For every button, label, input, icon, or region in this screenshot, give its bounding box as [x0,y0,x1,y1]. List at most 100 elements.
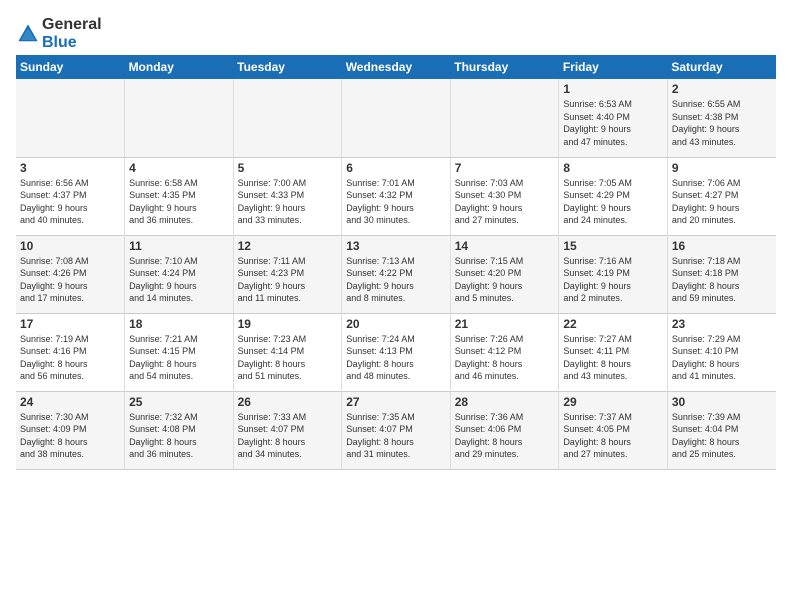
calendar-cell [342,79,451,157]
day-info: Sunrise: 7:37 AM Sunset: 4:05 PM Dayligh… [563,411,663,461]
calendar-cell: 17 Sunrise: 7:19 AM Sunset: 4:16 PM Dayli… [16,313,125,391]
day-number: 24 [20,395,120,409]
calendar-cell: 8 Sunrise: 7:05 AM Sunset: 4:29 PM Daylig… [559,157,668,235]
calendar-cell: 29 Sunrise: 7:37 AM Sunset: 4:05 PM Dayli… [559,391,668,469]
day-info: Sunrise: 6:55 AM Sunset: 4:38 PM Dayligh… [672,98,772,148]
calendar-cell [450,79,559,157]
day-number: 4 [129,161,229,175]
weekday-header: Thursday [450,55,559,79]
day-number: 20 [346,317,446,331]
day-info: Sunrise: 7:19 AM Sunset: 4:16 PM Dayligh… [20,333,120,383]
weekday-header: Tuesday [233,55,342,79]
day-info: Sunrise: 7:29 AM Sunset: 4:10 PM Dayligh… [672,333,772,383]
logo-icon [16,22,40,46]
day-info: Sunrise: 7:10 AM Sunset: 4:24 PM Dayligh… [129,255,229,305]
day-info: Sunrise: 7:33 AM Sunset: 4:07 PM Dayligh… [238,411,338,461]
calendar-cell [16,79,125,157]
day-number: 29 [563,395,663,409]
page-container: General Blue SundayMondayTuesdayWednesda… [0,0,792,478]
day-info: Sunrise: 7:16 AM Sunset: 4:19 PM Dayligh… [563,255,663,305]
day-info: Sunrise: 7:05 AM Sunset: 4:29 PM Dayligh… [563,177,663,227]
calendar-cell [125,79,234,157]
day-number: 8 [563,161,663,175]
day-info: Sunrise: 7:13 AM Sunset: 4:22 PM Dayligh… [346,255,446,305]
calendar-table: SundayMondayTuesdayWednesdayThursdayFrid… [16,55,776,470]
day-number: 25 [129,395,229,409]
calendar-week-row: 17 Sunrise: 7:19 AM Sunset: 4:16 PM Dayli… [16,313,776,391]
calendar-cell: 2 Sunrise: 6:55 AM Sunset: 4:38 PM Daylig… [667,79,776,157]
day-number: 27 [346,395,446,409]
day-info: Sunrise: 7:26 AM Sunset: 4:12 PM Dayligh… [455,333,555,383]
day-info: Sunrise: 6:56 AM Sunset: 4:37 PM Dayligh… [20,177,120,227]
weekday-header-row: SundayMondayTuesdayWednesdayThursdayFrid… [16,55,776,79]
calendar-cell: 26 Sunrise: 7:33 AM Sunset: 4:07 PM Dayli… [233,391,342,469]
calendar-cell: 19 Sunrise: 7:23 AM Sunset: 4:14 PM Dayli… [233,313,342,391]
day-number: 10 [20,239,120,253]
day-number: 3 [20,161,120,175]
calendar-cell: 14Sunrise: 7:15 AM Sunset: 4:20 PM Dayli… [450,235,559,313]
calendar-cell: 12 Sunrise: 7:11 AM Sunset: 4:23 PM Dayli… [233,235,342,313]
calendar-cell: 10Sunrise: 7:08 AM Sunset: 4:26 PM Dayli… [16,235,125,313]
calendar-week-row: 3 Sunrise: 6:56 AM Sunset: 4:37 PM Daylig… [16,157,776,235]
calendar-cell: 11 Sunrise: 7:10 AM Sunset: 4:24 PM Dayli… [125,235,234,313]
day-number: 30 [672,395,772,409]
day-info: Sunrise: 7:23 AM Sunset: 4:14 PM Dayligh… [238,333,338,383]
day-info: Sunrise: 7:36 AM Sunset: 4:06 PM Dayligh… [455,411,555,461]
day-number: 26 [238,395,338,409]
day-number: 7 [455,161,555,175]
day-info: Sunrise: 7:03 AM Sunset: 4:30 PM Dayligh… [455,177,555,227]
day-number: 14 [455,239,555,253]
day-info: Sunrise: 7:06 AM Sunset: 4:27 PM Dayligh… [672,177,772,227]
calendar-cell: 22 Sunrise: 7:27 AM Sunset: 4:11 PM Dayli… [559,313,668,391]
day-info: Sunrise: 7:27 AM Sunset: 4:11 PM Dayligh… [563,333,663,383]
calendar-week-row: 1Sunrise: 6:53 AM Sunset: 4:40 PM Daylig… [16,79,776,157]
weekday-header: Wednesday [342,55,451,79]
day-number: 19 [238,317,338,331]
day-info: Sunrise: 7:30 AM Sunset: 4:09 PM Dayligh… [20,411,120,461]
day-info: Sunrise: 7:21 AM Sunset: 4:15 PM Dayligh… [129,333,229,383]
calendar-cell [233,79,342,157]
weekday-header: Saturday [667,55,776,79]
day-info: Sunrise: 7:24 AM Sunset: 4:13 PM Dayligh… [346,333,446,383]
logo-text: General Blue [42,16,102,51]
weekday-header: Monday [125,55,234,79]
day-number: 21 [455,317,555,331]
day-number: 17 [20,317,120,331]
calendar-cell: 16 Sunrise: 7:18 AM Sunset: 4:18 PM Dayli… [667,235,776,313]
day-number: 9 [672,161,772,175]
day-info: Sunrise: 7:18 AM Sunset: 4:18 PM Dayligh… [672,255,772,305]
calendar-cell: 24 Sunrise: 7:30 AM Sunset: 4:09 PM Dayli… [16,391,125,469]
day-info: Sunrise: 7:00 AM Sunset: 4:33 PM Dayligh… [238,177,338,227]
weekday-header: Sunday [16,55,125,79]
calendar-cell: 28Sunrise: 7:36 AM Sunset: 4:06 PM Dayli… [450,391,559,469]
calendar-cell: 7 Sunrise: 7:03 AM Sunset: 4:30 PM Daylig… [450,157,559,235]
day-info: Sunrise: 6:58 AM Sunset: 4:35 PM Dayligh… [129,177,229,227]
calendar-cell: 5 Sunrise: 7:00 AM Sunset: 4:33 PM Daylig… [233,157,342,235]
calendar-cell: 6Sunrise: 7:01 AM Sunset: 4:32 PM Daylig… [342,157,451,235]
day-number: 2 [672,82,772,96]
day-info: Sunrise: 7:35 AM Sunset: 4:07 PM Dayligh… [346,411,446,461]
calendar-cell: 30Sunrise: 7:39 AM Sunset: 4:04 PM Dayli… [667,391,776,469]
day-number: 15 [563,239,663,253]
calendar-cell: 1Sunrise: 6:53 AM Sunset: 4:40 PM Daylig… [559,79,668,157]
header: General Blue [16,12,776,51]
logo: General Blue [16,16,102,51]
calendar-cell: 15 Sunrise: 7:16 AM Sunset: 4:19 PM Dayli… [559,235,668,313]
day-number: 5 [238,161,338,175]
day-info: Sunrise: 6:53 AM Sunset: 4:40 PM Dayligh… [563,98,663,148]
day-number: 16 [672,239,772,253]
day-number: 22 [563,317,663,331]
day-number: 13 [346,239,446,253]
calendar-cell: 18 Sunrise: 7:21 AM Sunset: 4:15 PM Dayli… [125,313,234,391]
day-number: 23 [672,317,772,331]
day-number: 12 [238,239,338,253]
calendar-cell: 9 Sunrise: 7:06 AM Sunset: 4:27 PM Daylig… [667,157,776,235]
calendar-cell: 27 Sunrise: 7:35 AM Sunset: 4:07 PM Dayli… [342,391,451,469]
calendar-cell: 23 Sunrise: 7:29 AM Sunset: 4:10 PM Dayli… [667,313,776,391]
day-info: Sunrise: 7:32 AM Sunset: 4:08 PM Dayligh… [129,411,229,461]
day-number: 18 [129,317,229,331]
calendar-cell: 3 Sunrise: 6:56 AM Sunset: 4:37 PM Daylig… [16,157,125,235]
day-info: Sunrise: 7:11 AM Sunset: 4:23 PM Dayligh… [238,255,338,305]
calendar-cell: 13 Sunrise: 7:13 AM Sunset: 4:22 PM Dayli… [342,235,451,313]
day-number: 11 [129,239,229,253]
